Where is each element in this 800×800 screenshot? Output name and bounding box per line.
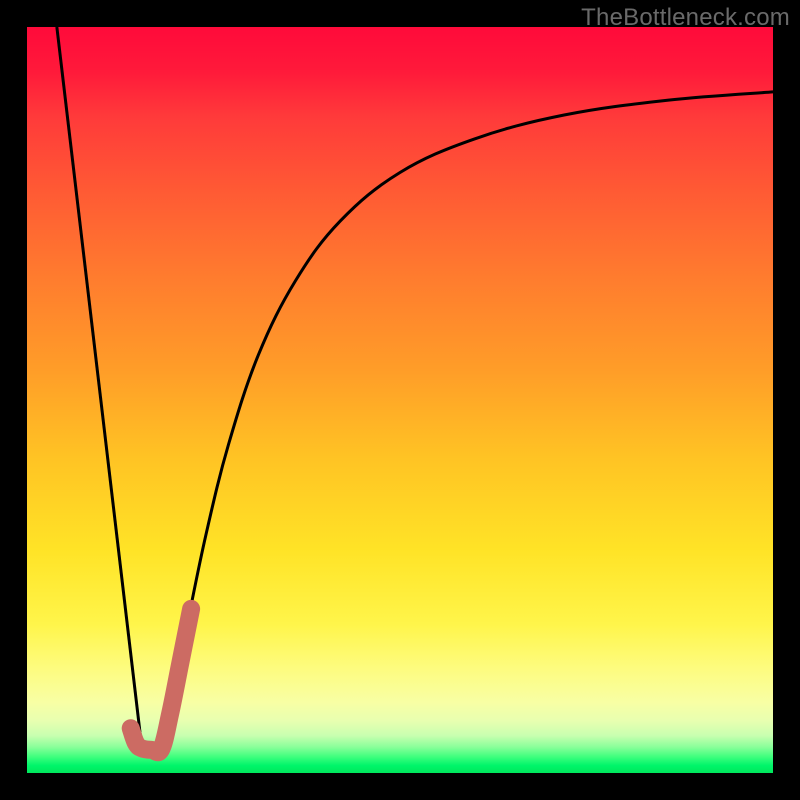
plot-area (27, 27, 773, 773)
chart-svg (27, 27, 773, 773)
series-right-curve (161, 92, 773, 751)
watermark-text: TheBottleneck.com (581, 4, 790, 32)
series-highlight-hook (131, 609, 191, 752)
chart-frame: TheBottleneck.com (0, 0, 800, 800)
series-left-descent (57, 27, 142, 748)
